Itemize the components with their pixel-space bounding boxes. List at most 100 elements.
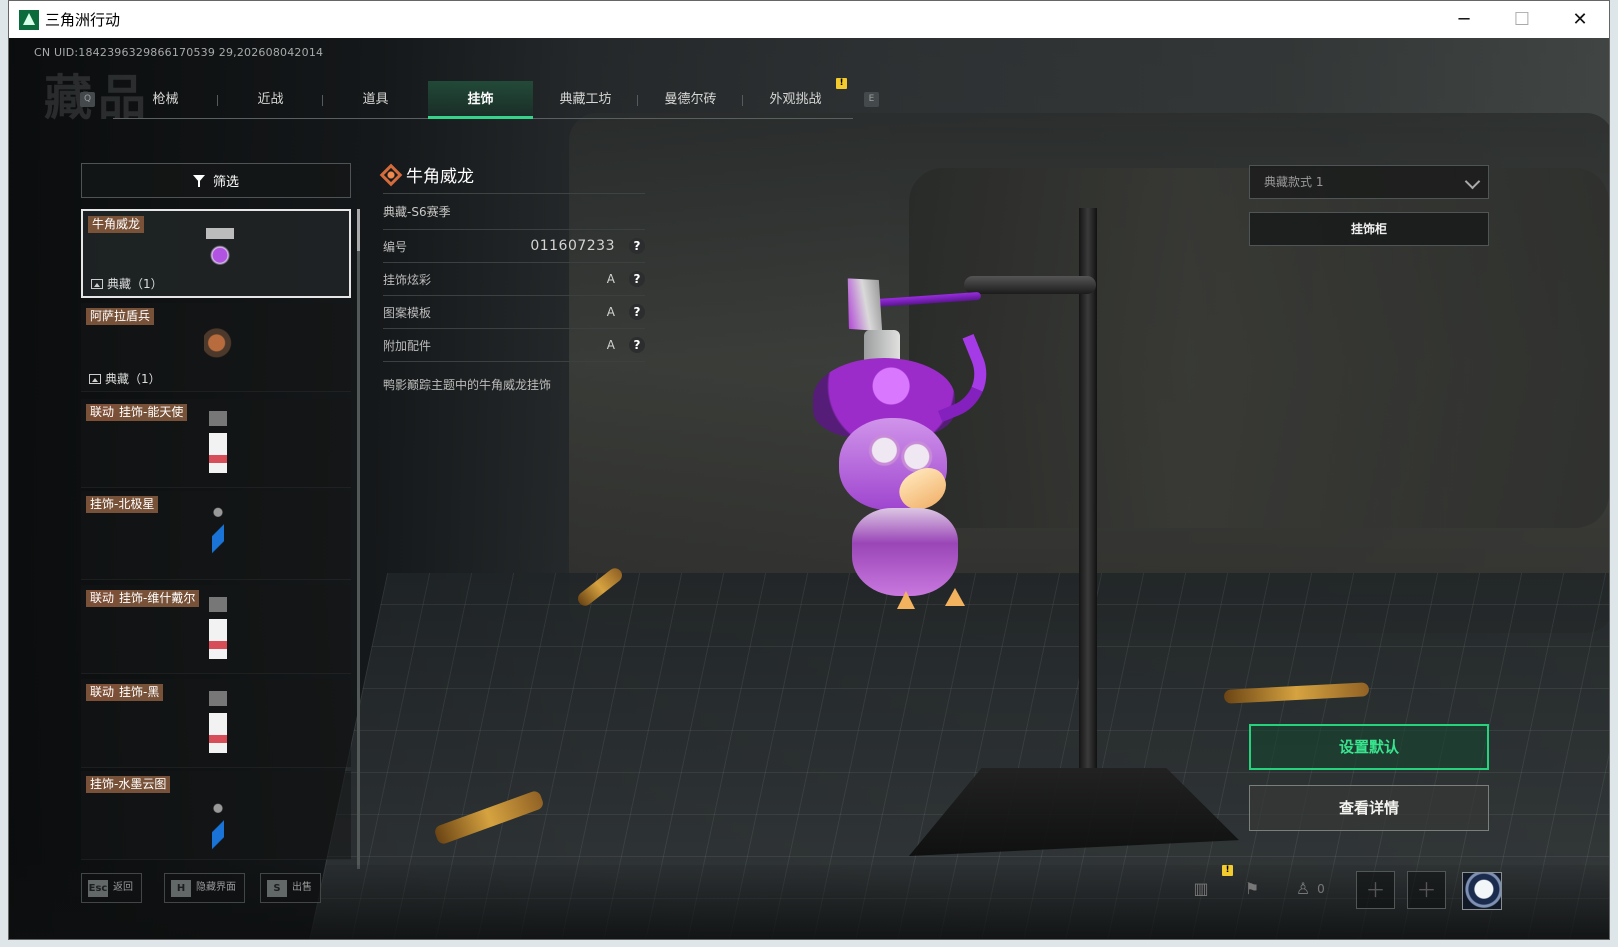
collection-tabs: 枪械 近战 道具 挂饰 典藏工坊 曼德尔砖 外观挑战 <box>113 81 853 119</box>
sell-label: 出售 <box>292 882 312 893</box>
item-name: 挂饰-维什戴尔 <box>119 591 196 605</box>
hide-ui-label: 隐藏界面 <box>196 882 236 893</box>
tab-collection-workshop[interactable]: 典藏工坊 <box>533 81 638 119</box>
item-name-badge: 挂饰-北极星 <box>86 496 159 513</box>
chevron-down-icon <box>1464 173 1481 190</box>
tab-charms[interactable]: 挂饰 <box>428 81 533 119</box>
list-item[interactable]: 挂饰-北极星 <box>81 491 351 580</box>
minimize-button[interactable]: ─ <box>1435 1 1493 38</box>
detail-row-label: 图案模板 <box>383 305 432 320</box>
collab-badge: 联动 <box>90 590 118 607</box>
list-item[interactable]: 联动 挂饰-维什戴尔 <box>81 585 351 674</box>
item-name-badge: 牛角威龙 <box>88 216 145 233</box>
charm-list: 牛角威龙 典藏（1） 阿萨拉盾兵 典藏（1） 联动 挂饰-能天使 挂饰-北极星 联… <box>81 209 351 869</box>
item-description: 鸭影巅踪主题中的牛角威龙挂饰 <box>383 378 552 392</box>
tab-props[interactable]: 道具 <box>323 81 428 119</box>
detail-title: 牛角威龙 <box>379 156 645 194</box>
set-default-button[interactable]: 设置默认 <box>1249 724 1489 770</box>
hide-ui-hotkey[interactable]: H 隐藏界面 <box>164 873 245 903</box>
notification-alert-icon: ! <box>1222 865 1233 876</box>
color-grade: A <box>606 272 615 286</box>
detail-row-label: 挂饰炫彩 <box>383 272 432 287</box>
item-name: 挂饰-能天使 <box>119 405 184 419</box>
help-icon[interactable]: ? <box>629 304 645 320</box>
image-icon <box>91 278 103 289</box>
item-name-badge: 挂饰-水墨云图 <box>86 776 171 793</box>
previous-tab-key[interactable]: Q <box>80 92 95 107</box>
h-key: H <box>171 879 191 897</box>
avatar[interactable] <box>1462 872 1502 910</box>
tab-melee[interactable]: 近战 <box>218 81 323 119</box>
item-rarity-label: 典藏（1） <box>107 277 163 291</box>
s-key: S <box>267 879 287 897</box>
help-icon[interactable]: ? <box>629 271 645 287</box>
duck-body-shape <box>852 508 958 596</box>
collab-badge: 联动 <box>90 684 118 701</box>
season-label: 典藏-S6赛季 <box>383 194 645 230</box>
help-icon[interactable]: ? <box>629 337 645 353</box>
list-item[interactable]: 阿萨拉盾兵 典藏（1） <box>81 303 351 392</box>
accessory-grade: A <box>606 338 615 352</box>
next-tab-key[interactable]: E <box>864 92 879 107</box>
stats-icon[interactable]: ▥ <box>1189 877 1213 901</box>
collection-style-select[interactable]: 典藏款式 1 <box>1249 165 1489 199</box>
image-icon <box>89 373 101 384</box>
tab-guns[interactable]: 枪械 <box>113 81 218 119</box>
list-scrollbar[interactable] <box>357 209 360 869</box>
bottom-toolbar: Esc 返回 H 隐藏界面 S 出售 ! ▥ ⚑ ♙ 0 ＋ ＋ <box>9 865 1609 939</box>
item-name-badge: 联动 挂饰-黑 <box>86 684 164 701</box>
item-detail-panel: 牛角威龙 典藏-S6赛季 编号 011607233? 挂饰炫彩 A? 图案模板 A? … <box>379 156 645 393</box>
app-window: 三角洲行动 ─ ☐ ✕ CN UID:1842396329866170539 2… <box>8 0 1610 940</box>
charm-cabinet-button[interactable]: 挂饰柜 <box>1249 212 1489 246</box>
detail-row-label: 附加配件 <box>383 338 432 353</box>
ink-charm-thumbnail <box>212 799 224 861</box>
add-slot-button[interactable]: ＋ <box>1407 871 1446 909</box>
item-name: 挂饰-水墨云图 <box>90 777 167 791</box>
detail-row-pattern: 图案模板 A? <box>383 296 645 329</box>
back-hotkey[interactable]: Esc 返回 <box>81 873 142 903</box>
window-controls: ─ ☐ ✕ <box>1435 1 1609 38</box>
shield-charm-thumbnail <box>204 315 232 377</box>
list-item[interactable]: 联动 挂饰-能天使 <box>81 399 351 488</box>
view-details-button[interactable]: 查看详情 <box>1249 785 1489 831</box>
detail-title-text: 牛角威龙 <box>406 167 474 187</box>
duck-charm-preview[interactable] <box>809 268 1009 618</box>
filter-label: 筛选 <box>212 175 239 190</box>
serial-value: 011607233 <box>530 238 615 254</box>
list-item[interactable]: 联动 挂饰-黑 <box>81 679 351 768</box>
esc-key: Esc <box>88 879 108 897</box>
list-item[interactable]: 牛角威龙 典藏（1） <box>81 209 351 298</box>
star-charm-thumbnail <box>212 503 224 565</box>
item-rarity: 典藏（1） <box>91 275 163 292</box>
item-name: 阿萨拉盾兵 <box>90 309 151 323</box>
friends-count: 0 <box>1317 882 1325 896</box>
list-item[interactable]: 挂饰-水墨云图 <box>81 771 351 861</box>
back-label: 返回 <box>113 882 133 893</box>
filter-button[interactable]: 筛选 <box>81 163 351 198</box>
tab-appearance-challenge[interactable]: 外观挑战 <box>743 81 848 119</box>
item-name: 挂饰-北极星 <box>90 497 155 511</box>
item-name-badge: 阿萨拉盾兵 <box>86 308 155 325</box>
help-icon[interactable]: ? <box>629 238 645 254</box>
selected-style: 典藏款式 1 <box>1264 175 1324 189</box>
sell-hotkey[interactable]: S 出售 <box>260 873 321 903</box>
detail-row-color: 挂饰炫彩 A? <box>383 263 645 296</box>
title-bar: 三角洲行动 ─ ☐ ✕ <box>9 1 1609 38</box>
item-rarity-label: 典藏（1） <box>105 372 161 386</box>
game-view: CN UID:1842396329866170539 29,2026080420… <box>9 38 1609 939</box>
filter-icon <box>192 174 205 187</box>
tab-mandel-brick[interactable]: 曼德尔砖 <box>638 81 743 119</box>
scrollbar-thumb[interactable] <box>357 209 360 251</box>
flag-icon[interactable]: ⚑ <box>1240 877 1264 901</box>
detail-row-accessory: 附加配件 A? <box>383 329 645 362</box>
close-button[interactable]: ✕ <box>1551 1 1609 38</box>
item-name: 挂饰-黑 <box>119 685 160 699</box>
card-charm-thumbnail <box>209 597 227 659</box>
add-slot-button[interactable]: ＋ <box>1356 871 1395 909</box>
card-charm-thumbnail <box>209 411 227 473</box>
item-name: 牛角威龙 <box>92 217 141 231</box>
duck-charm-thumbnail <box>206 223 234 285</box>
app-logo-icon <box>19 9 39 30</box>
maximize-button[interactable]: ☐ <box>1493 1 1551 38</box>
collab-badge: 联动 <box>90 404 118 421</box>
